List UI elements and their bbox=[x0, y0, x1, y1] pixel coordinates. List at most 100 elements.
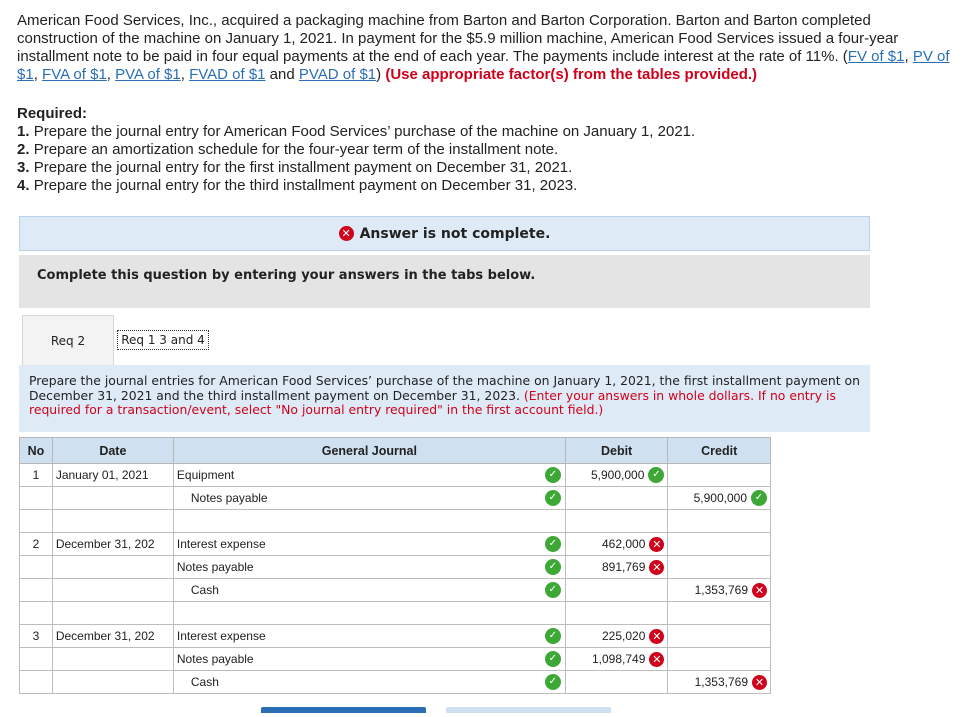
item-text: Prepare the journal entry for American F… bbox=[33, 123, 696, 140]
debit-amount: 891,769 bbox=[602, 560, 646, 574]
debit-amount: 5,900,000 bbox=[591, 468, 645, 482]
credit-cell[interactable]: 1,353,769 ✕ bbox=[667, 670, 771, 694]
tab-label: Req 2 bbox=[50, 333, 86, 348]
check-circle-icon: ✓ bbox=[544, 536, 561, 552]
factor-instruction: (Use appropriate factor(s) from the tabl… bbox=[385, 66, 758, 83]
item-text: Prepare an amortization schedule for the… bbox=[33, 141, 559, 158]
problem-statement: American Food Services, Inc., acquired a… bbox=[17, 12, 952, 84]
debit-cell[interactable]: 5,900,000 ✓ bbox=[564, 463, 669, 487]
required-item-1: 1. Prepare the journal entry for America… bbox=[17, 123, 952, 141]
account-name: Cash bbox=[190, 675, 219, 689]
required-item-4: 4. Prepare the journal entry for the thi… bbox=[17, 177, 952, 195]
debit-cell[interactable] bbox=[564, 486, 669, 510]
date-cell[interactable] bbox=[51, 578, 174, 602]
date-cell[interactable] bbox=[51, 601, 174, 625]
entry-number-cell bbox=[19, 486, 53, 510]
debit-cell[interactable] bbox=[564, 578, 669, 602]
credit-cell[interactable] bbox=[667, 532, 771, 556]
check-circle-icon: ✓ bbox=[544, 674, 561, 690]
debit-cell[interactable]: 891,769 ✕ bbox=[564, 555, 669, 579]
tabs-instruction: Complete this question by entering your … bbox=[19, 255, 870, 308]
debit-value-wrap: 462,000 ✕ bbox=[602, 536, 665, 552]
link-fvad[interactable]: FVAD of $1 bbox=[189, 66, 265, 83]
check-circle-icon: ✓ bbox=[544, 490, 561, 506]
credit-cell[interactable] bbox=[667, 624, 771, 648]
required-item-2: 2. Prepare an amortization schedule for … bbox=[17, 141, 952, 159]
date-cell[interactable] bbox=[51, 486, 174, 510]
item-number: 2. bbox=[17, 141, 30, 158]
x-circle-icon: ✕ bbox=[752, 674, 767, 690]
journal-body: 1 January 01, 2021 Equipment ✓ 5,900,000 ✓ Not… bbox=[19, 463, 771, 694]
account-cell[interactable]: Notes payable ✓ bbox=[172, 555, 566, 579]
item-text: Prepare the journal entry for the third … bbox=[33, 177, 578, 194]
date-cell[interactable] bbox=[51, 555, 174, 579]
credit-amount: 1,353,769 bbox=[694, 583, 748, 597]
credit-cell[interactable]: 1,353,769 ✕ bbox=[667, 578, 771, 602]
x-circle-icon: ✕ bbox=[649, 628, 665, 644]
answer-status-banner: ✕ Answer is not complete. bbox=[19, 216, 870, 251]
credit-cell[interactable] bbox=[667, 509, 771, 533]
date-cell[interactable] bbox=[51, 670, 174, 694]
date-cell[interactable] bbox=[51, 509, 174, 533]
debit-cell[interactable]: 462,000 ✕ bbox=[564, 532, 669, 556]
credit-cell[interactable] bbox=[667, 555, 771, 579]
account-cell[interactable]: Equipment ✓ bbox=[172, 463, 566, 487]
account-name: Equipment bbox=[176, 468, 235, 482]
account-cell[interactable] bbox=[172, 509, 566, 533]
entry-number-cell: 3 bbox=[19, 624, 53, 648]
debit-cell[interactable] bbox=[564, 509, 669, 533]
date-cell[interactable]: January 01, 2021 bbox=[51, 463, 174, 487]
account-name: Interest expense bbox=[176, 629, 266, 643]
credit-value-wrap: 1,353,769 ✕ bbox=[694, 582, 767, 598]
table-row: Cash ✓ 1,353,769 ✕ bbox=[19, 670, 771, 694]
account-cell[interactable]: Notes payable ✓ bbox=[172, 486, 566, 510]
link-fv[interactable]: FV of $1 bbox=[848, 48, 905, 65]
required-section: Required: 1. Prepare the journal entry f… bbox=[17, 105, 952, 195]
credit-cell[interactable] bbox=[667, 463, 771, 487]
tab-req-1-3-4[interactable]: Req 1 3 and 4 bbox=[114, 315, 212, 365]
next-button[interactable] bbox=[446, 707, 611, 713]
date-cell[interactable]: December 31, 202 bbox=[51, 624, 174, 648]
date-cell[interactable] bbox=[51, 647, 174, 671]
account-cell[interactable]: Notes payable ✓ bbox=[172, 647, 566, 671]
credit-cell[interactable] bbox=[667, 601, 771, 625]
check-circle-icon: ✓ bbox=[544, 582, 561, 598]
prev-button[interactable] bbox=[261, 707, 426, 713]
debit-cell[interactable] bbox=[564, 601, 669, 625]
link-pvad[interactable]: PVAD of $1 bbox=[299, 66, 376, 83]
x-circle-icon: ✕ bbox=[649, 651, 665, 667]
check-circle-icon: ✓ bbox=[544, 559, 561, 575]
account-cell[interactable]: Cash ✓ bbox=[172, 670, 566, 694]
link-and: and bbox=[265, 66, 299, 83]
debit-cell[interactable] bbox=[564, 670, 669, 694]
account-name: Notes payable bbox=[176, 652, 254, 666]
debit-amount: 462,000 bbox=[602, 537, 646, 551]
x-circle-icon: ✕ bbox=[338, 226, 354, 241]
link-separator: , bbox=[904, 48, 913, 65]
check-circle-icon: ✓ bbox=[544, 628, 561, 644]
link-pva[interactable]: PVA of $1 bbox=[115, 66, 181, 83]
answer-status-text: Answer is not complete. bbox=[359, 225, 551, 242]
item-text: Prepare the journal entry for the first … bbox=[33, 159, 573, 176]
credit-cell[interactable]: 5,900,000 ✓ bbox=[667, 486, 771, 510]
account-cell[interactable] bbox=[172, 601, 566, 625]
credit-cell[interactable] bbox=[667, 647, 771, 671]
credit-value-wrap: 5,900,000 ✓ bbox=[694, 490, 767, 506]
link-fva[interactable]: FVA of $1 bbox=[42, 66, 107, 83]
table-row: Notes payable ✓ 1,098,749 ✕ bbox=[19, 647, 771, 671]
date-cell[interactable]: December 31, 202 bbox=[51, 532, 174, 556]
credit-amount: 5,900,000 bbox=[693, 491, 747, 505]
item-number: 4. bbox=[17, 177, 30, 194]
account-cell[interactable]: Interest expense ✓ bbox=[172, 624, 566, 648]
header-no: No bbox=[19, 437, 53, 464]
check-circle-icon: ✓ bbox=[544, 651, 561, 667]
account-cell[interactable]: Interest expense ✓ bbox=[172, 532, 566, 556]
debit-cell[interactable]: 225,020 ✕ bbox=[564, 624, 669, 648]
table-row: Cash ✓ 1,353,769 ✕ bbox=[19, 578, 771, 602]
account-cell[interactable]: Cash ✓ bbox=[172, 578, 566, 602]
debit-value-wrap: 225,020 ✕ bbox=[602, 628, 665, 644]
tab-req-2[interactable]: Req 2 bbox=[22, 315, 114, 365]
debit-cell[interactable]: 1,098,749 ✕ bbox=[564, 647, 669, 671]
check-circle-icon: ✓ bbox=[751, 490, 767, 506]
required-heading: Required: bbox=[17, 105, 88, 122]
